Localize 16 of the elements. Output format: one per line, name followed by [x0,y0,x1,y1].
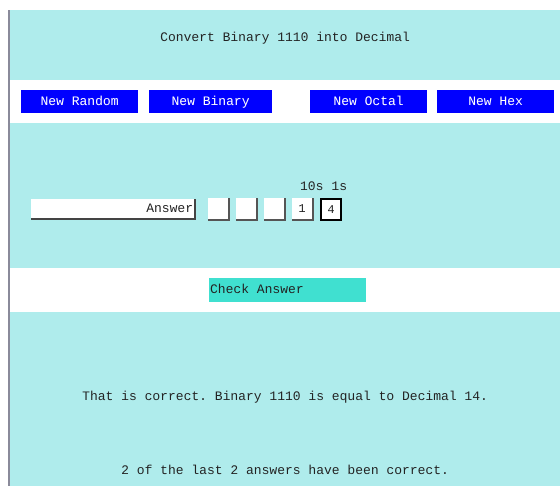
new-question-button[interactable]: New Random [21,90,138,113]
digit-input[interactable]: 4 [320,198,342,221]
result-message: That is correct. Binary 1110 is equal to Decimal 14. [82,388,488,406]
place-value-label: 1s [331,178,348,196]
score-message: 2 of the last 2 answers have been correct. [121,462,449,480]
new-question-button[interactable]: New Octal [310,90,427,113]
check-answer-button[interactable]: Check Answer [209,278,366,302]
place-value-label: 10s [300,178,324,196]
digit-input[interactable] [208,198,230,221]
page-title: Convert Binary 1110 into Decimal [160,29,410,47]
digit-input[interactable] [236,198,258,221]
new-question-button[interactable]: New Binary [149,90,272,113]
digit-input[interactable] [264,198,286,221]
new-question-button[interactable]: New Hex [437,90,554,113]
answer-label-field: Answer [31,199,196,220]
digit-input[interactable]: 1 [292,198,314,221]
